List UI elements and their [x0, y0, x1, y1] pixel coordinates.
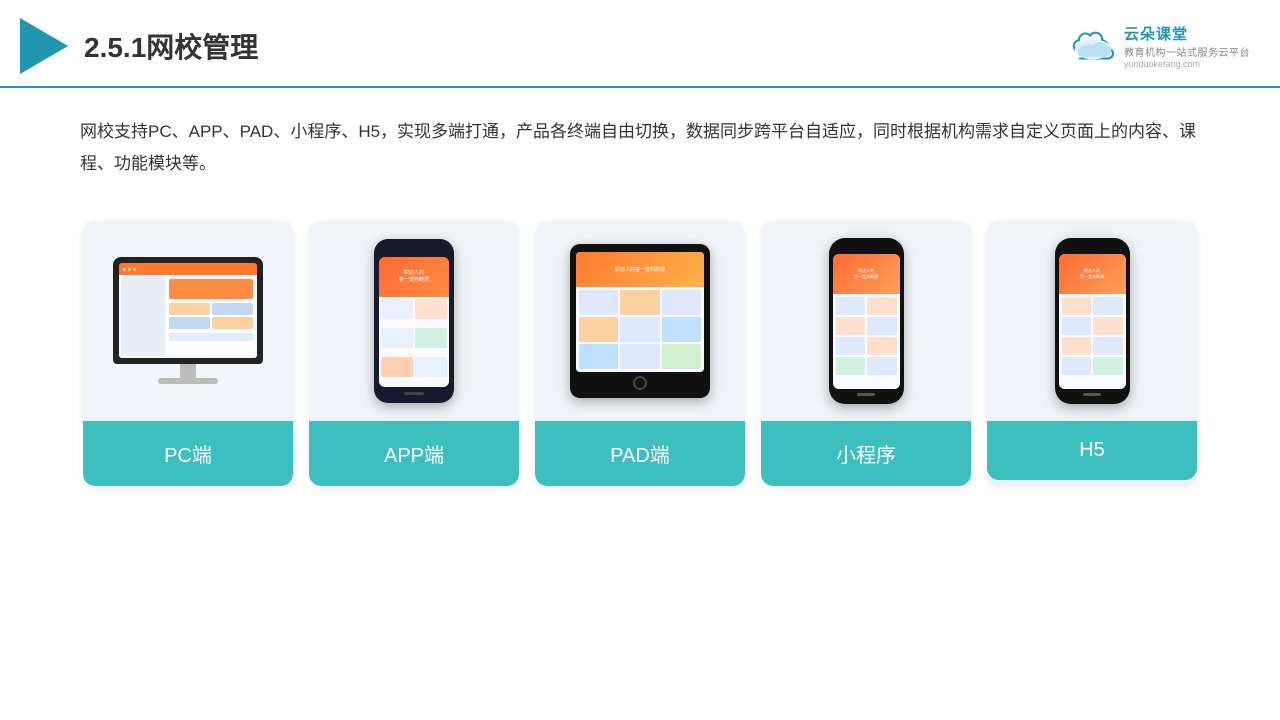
description-text: 网校支持PC、APP、PAD、小程序、H5，实现多端打通，产品各终端自由切换，数…	[0, 88, 1280, 191]
card-app-label: APP端	[309, 421, 519, 486]
brand-url: yunduoketang.com	[1124, 59, 1200, 69]
cloud-icon	[1068, 28, 1118, 64]
card-miniprogram: 职达人的第一堂判断课	[761, 221, 971, 486]
card-app-image: 职达人的第一堂判断课	[309, 221, 519, 421]
card-h5: 职达人的第一堂判断课	[987, 221, 1197, 486]
pc-monitor-icon	[113, 257, 263, 384]
header: 2.5.1网校管理 云朵课堂 教育机构一站式服务云平台 yunduoketang…	[0, 0, 1280, 88]
card-pad: 职达人的第一堂判断课 PAD端	[535, 221, 745, 486]
card-pc-label: PC端	[83, 421, 293, 486]
h5-phone-icon: 职达人的第一堂判断课	[1055, 238, 1130, 404]
logo-triangle-icon	[20, 18, 68, 74]
card-h5-image: 职达人的第一堂判断课	[987, 221, 1197, 421]
card-pc-image	[83, 221, 293, 421]
card-h5-label: H5	[987, 421, 1197, 480]
header-right: 云朵课堂 教育机构一站式服务云平台 yunduoketang.com	[1068, 23, 1250, 69]
brand-text: 云朵课堂 教育机构一站式服务云平台 yunduoketang.com	[1124, 23, 1250, 69]
page-title: 2.5.1网校管理	[84, 26, 258, 66]
card-miniprogram-image: 职达人的第一堂判断课	[761, 221, 971, 421]
brand-logo: 云朵课堂 教育机构一站式服务云平台 yunduoketang.com	[1068, 23, 1250, 69]
card-app: 职达人的第一堂判断课 APP端	[309, 221, 519, 486]
mini-phone-icon: 职达人的第一堂判断课	[829, 238, 904, 404]
tablet-icon: 职达人的第一堂判断课	[570, 244, 710, 398]
header-left: 2.5.1网校管理	[20, 18, 258, 74]
card-pad-label: PAD端	[535, 421, 745, 486]
cards-section: PC端 职达人的第一堂判断课 A	[0, 191, 1280, 506]
brand-name: 云朵课堂	[1124, 23, 1188, 44]
card-miniprogram-label: 小程序	[761, 421, 971, 486]
card-pc: PC端	[83, 221, 293, 486]
brand-tagline: 教育机构一站式服务云平台	[1124, 44, 1250, 59]
card-pad-image: 职达人的第一堂判断课	[535, 221, 745, 421]
phone-app-icon: 职达人的第一堂判断课	[374, 239, 454, 403]
